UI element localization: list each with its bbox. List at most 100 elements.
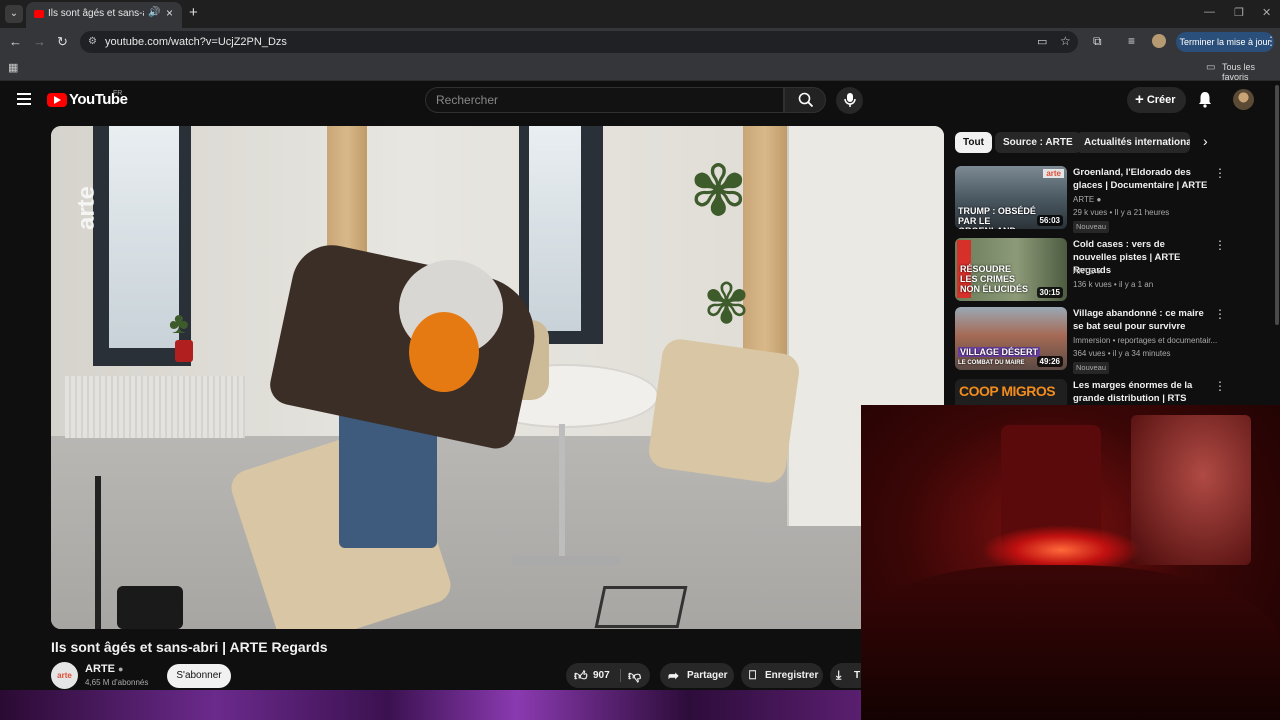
audio-playing-icon[interactable]: 🔊 [148, 7, 160, 18]
rec-2-channel[interactable]: ARTE ● [1073, 267, 1101, 276]
like-icon[interactable]: 👍︎ [574, 663, 588, 688]
save-button[interactable]: ⎕ Enregistrer [741, 663, 823, 688]
rec-thumbnail-2[interactable]: RÉSOUDRE LES CRIMES NON ÉLUCIDÉS 30:15 [955, 238, 1067, 301]
rec-thumbnail-3[interactable]: VILLAGE DÉSERT LE COMBAT DU MAIRE 49:26 [955, 307, 1067, 370]
channel-name[interactable]: ARTE ● [85, 663, 123, 675]
rec-1-thumb-text: TRUMP : OBSÉDÉ PAR LE GROENLAND [958, 206, 1036, 229]
create-button[interactable]: + Créer [1127, 87, 1186, 113]
rec-4-thumb-text: COOP MIGROS [959, 383, 1056, 399]
microphone-icon [844, 93, 856, 107]
cast-icon[interactable]: ▭ [1037, 35, 1047, 48]
search-input[interactable] [436, 93, 766, 107]
chip-source-arte[interactable]: Source : ARTE [995, 132, 1081, 153]
reading-list-icon[interactable]: ≡ [1128, 34, 1135, 48]
download-button[interactable]: ⤓ T [830, 663, 861, 688]
notifications-button[interactable] [1196, 90, 1214, 113]
all-bookmarks-link[interactable]: Tous les favoris [1222, 62, 1280, 82]
rec-1-new-badge: Nouveau [1073, 221, 1110, 233]
table-leg [559, 424, 565, 564]
rec-1-channel[interactable]: ARTE ● [1073, 195, 1101, 204]
search-button[interactable] [784, 87, 826, 113]
close-tab-icon[interactable]: × [166, 6, 173, 20]
rec-4-more-icon[interactable]: ⋮ [1214, 379, 1226, 393]
browser-menu-icon[interactable]: ⋮ [1265, 34, 1277, 48]
rec-2-thumb-text: RÉSOUDRE LES CRIMES NON ÉLUCIDÉS [960, 264, 1029, 294]
rec-1-channel-text[interactable]: ARTE [1073, 195, 1094, 204]
rec-3-new-badge: Nouveau [1073, 362, 1110, 374]
rec-2-more-icon[interactable]: ⋮ [1214, 238, 1226, 252]
extensions-icon[interactable]: ⧉ [1093, 34, 1102, 49]
search-icon [798, 92, 814, 108]
subscriber-count: 4,65 M d'abonnés [85, 678, 149, 687]
rec-1-arte-logo: arte [1043, 169, 1064, 178]
rec-3-channel[interactable]: Immersion • reportages et documentair... [1073, 336, 1223, 345]
play-triangle-icon [54, 96, 61, 104]
minimize-icon[interactable]: — [1204, 6, 1215, 18]
channel-name-text[interactable]: ARTE [85, 663, 115, 675]
restore-icon[interactable]: ❐ [1234, 6, 1244, 19]
rec-2-meta: 136 k vues • il y a 1 an [1073, 280, 1154, 289]
cam-foreground [861, 565, 1280, 720]
browser-toolbar: ← → ↻ ⚙ youtube.com/watch?v=UcjZ2PN_Dzs … [0, 28, 1280, 56]
video-player[interactable]: ♣ ✾ ✾ arte [51, 126, 944, 629]
rec-1-more-icon[interactable]: ⋮ [1214, 166, 1226, 180]
channel-avatar[interactable]: arte [51, 662, 78, 689]
plant-tall-lower: ✾ [703, 272, 750, 335]
rec-3-thumb-text: VILLAGE DÉSERT [958, 347, 1041, 357]
verified-icon: ● [118, 664, 124, 674]
rec-thumbnail-1[interactable]: arte TRUMP : OBSÉDÉ PAR LE GROENLAND 56:… [955, 166, 1067, 229]
plant-tall: ✾ [689, 152, 748, 230]
rec-3-more-icon[interactable]: ⋮ [1214, 307, 1226, 321]
reload-icon[interactable]: ↻ [57, 34, 68, 50]
forward-icon[interactable]: → [33, 34, 46, 49]
scooter-bag [117, 586, 183, 629]
back-icon[interactable]: ← [9, 34, 22, 49]
chip-all[interactable]: Tout [955, 132, 992, 153]
rec-4-title[interactable]: Les marges énormes de la grande distribu… [1073, 379, 1211, 405]
dislike-icon[interactable]: 👎︎ [628, 663, 641, 688]
apps-grid-icon[interactable]: ▦ [8, 61, 18, 74]
rec-2-channel-text[interactable]: ARTE [1073, 267, 1094, 276]
window-center-glass [529, 126, 581, 331]
chip-international-news[interactable]: Actualités internationales [1076, 132, 1190, 153]
bookmarks-bar: ▦ ▭ Tous les favoris [0, 56, 1280, 82]
rec-1-title[interactable]: Groenland, l'Eldorado des glaces | Docum… [1073, 166, 1211, 192]
new-tab-icon[interactable]: + [189, 4, 198, 21]
url-text[interactable]: youtube.com/watch?v=UcjZ2PN_Dzs [105, 36, 287, 48]
background-window-strip [0, 690, 861, 720]
plus-icon: + [1135, 91, 1144, 108]
account-avatar[interactable] [1233, 89, 1254, 110]
cam-face-poster [1131, 415, 1251, 565]
search-box[interactable] [425, 87, 784, 113]
bookmark-star-icon[interactable]: ☆ [1060, 34, 1071, 48]
finish-update-button[interactable]: Terminer la mise à jour [1176, 32, 1274, 52]
chair-right [646, 337, 802, 485]
site-info-icon[interactable]: ⚙ [88, 36, 97, 47]
page-scrollbar[interactable] [1275, 85, 1279, 325]
share-button[interactable]: ➦ Partager [660, 663, 734, 688]
subscribe-button[interactable]: S'abonner [167, 664, 231, 688]
address-bar[interactable]: ⚙ youtube.com/watch?v=UcjZ2PN_Dzs ▭ ☆ [80, 31, 1078, 53]
like-dislike-group: 👍︎ 907 👎︎ [566, 663, 650, 688]
save-icon: ⎕ [749, 668, 757, 682]
verified-icon: ● [1096, 195, 1102, 204]
radiator [65, 376, 245, 438]
browser-tab-active[interactable]: Ils sont âgés et sans-abri | ARTE Regard… [26, 2, 182, 28]
verified-icon: ● [1096, 267, 1102, 276]
rec-1-meta: 29 k vues • Il y a 21 heures [1073, 208, 1170, 217]
floor-hatch [594, 586, 688, 628]
rec-3-title[interactable]: Village abandonné : ce maire se bat seul… [1073, 307, 1211, 333]
share-label: Partager [687, 670, 728, 681]
rec-3-duration: 49:26 [1036, 356, 1063, 367]
rec-3-meta: 364 vues • il y a 34 minutes [1073, 349, 1171, 358]
rec-1-duration: 56:03 [1036, 215, 1063, 226]
voice-search-button[interactable] [836, 87, 863, 114]
like-count[interactable]: 907 [593, 663, 610, 688]
chevron-right-icon[interactable]: › [1203, 133, 1208, 149]
tab-search-icon[interactable]: ⌄ [5, 5, 23, 23]
guide-menu-icon[interactable] [17, 93, 31, 108]
rec-thumbnail-4[interactable]: COOP MIGROS [955, 379, 1067, 405]
profile-avatar[interactable] [1152, 34, 1166, 48]
close-window-icon[interactable]: ✕ [1262, 6, 1271, 19]
save-label: Enregistrer [765, 670, 819, 681]
